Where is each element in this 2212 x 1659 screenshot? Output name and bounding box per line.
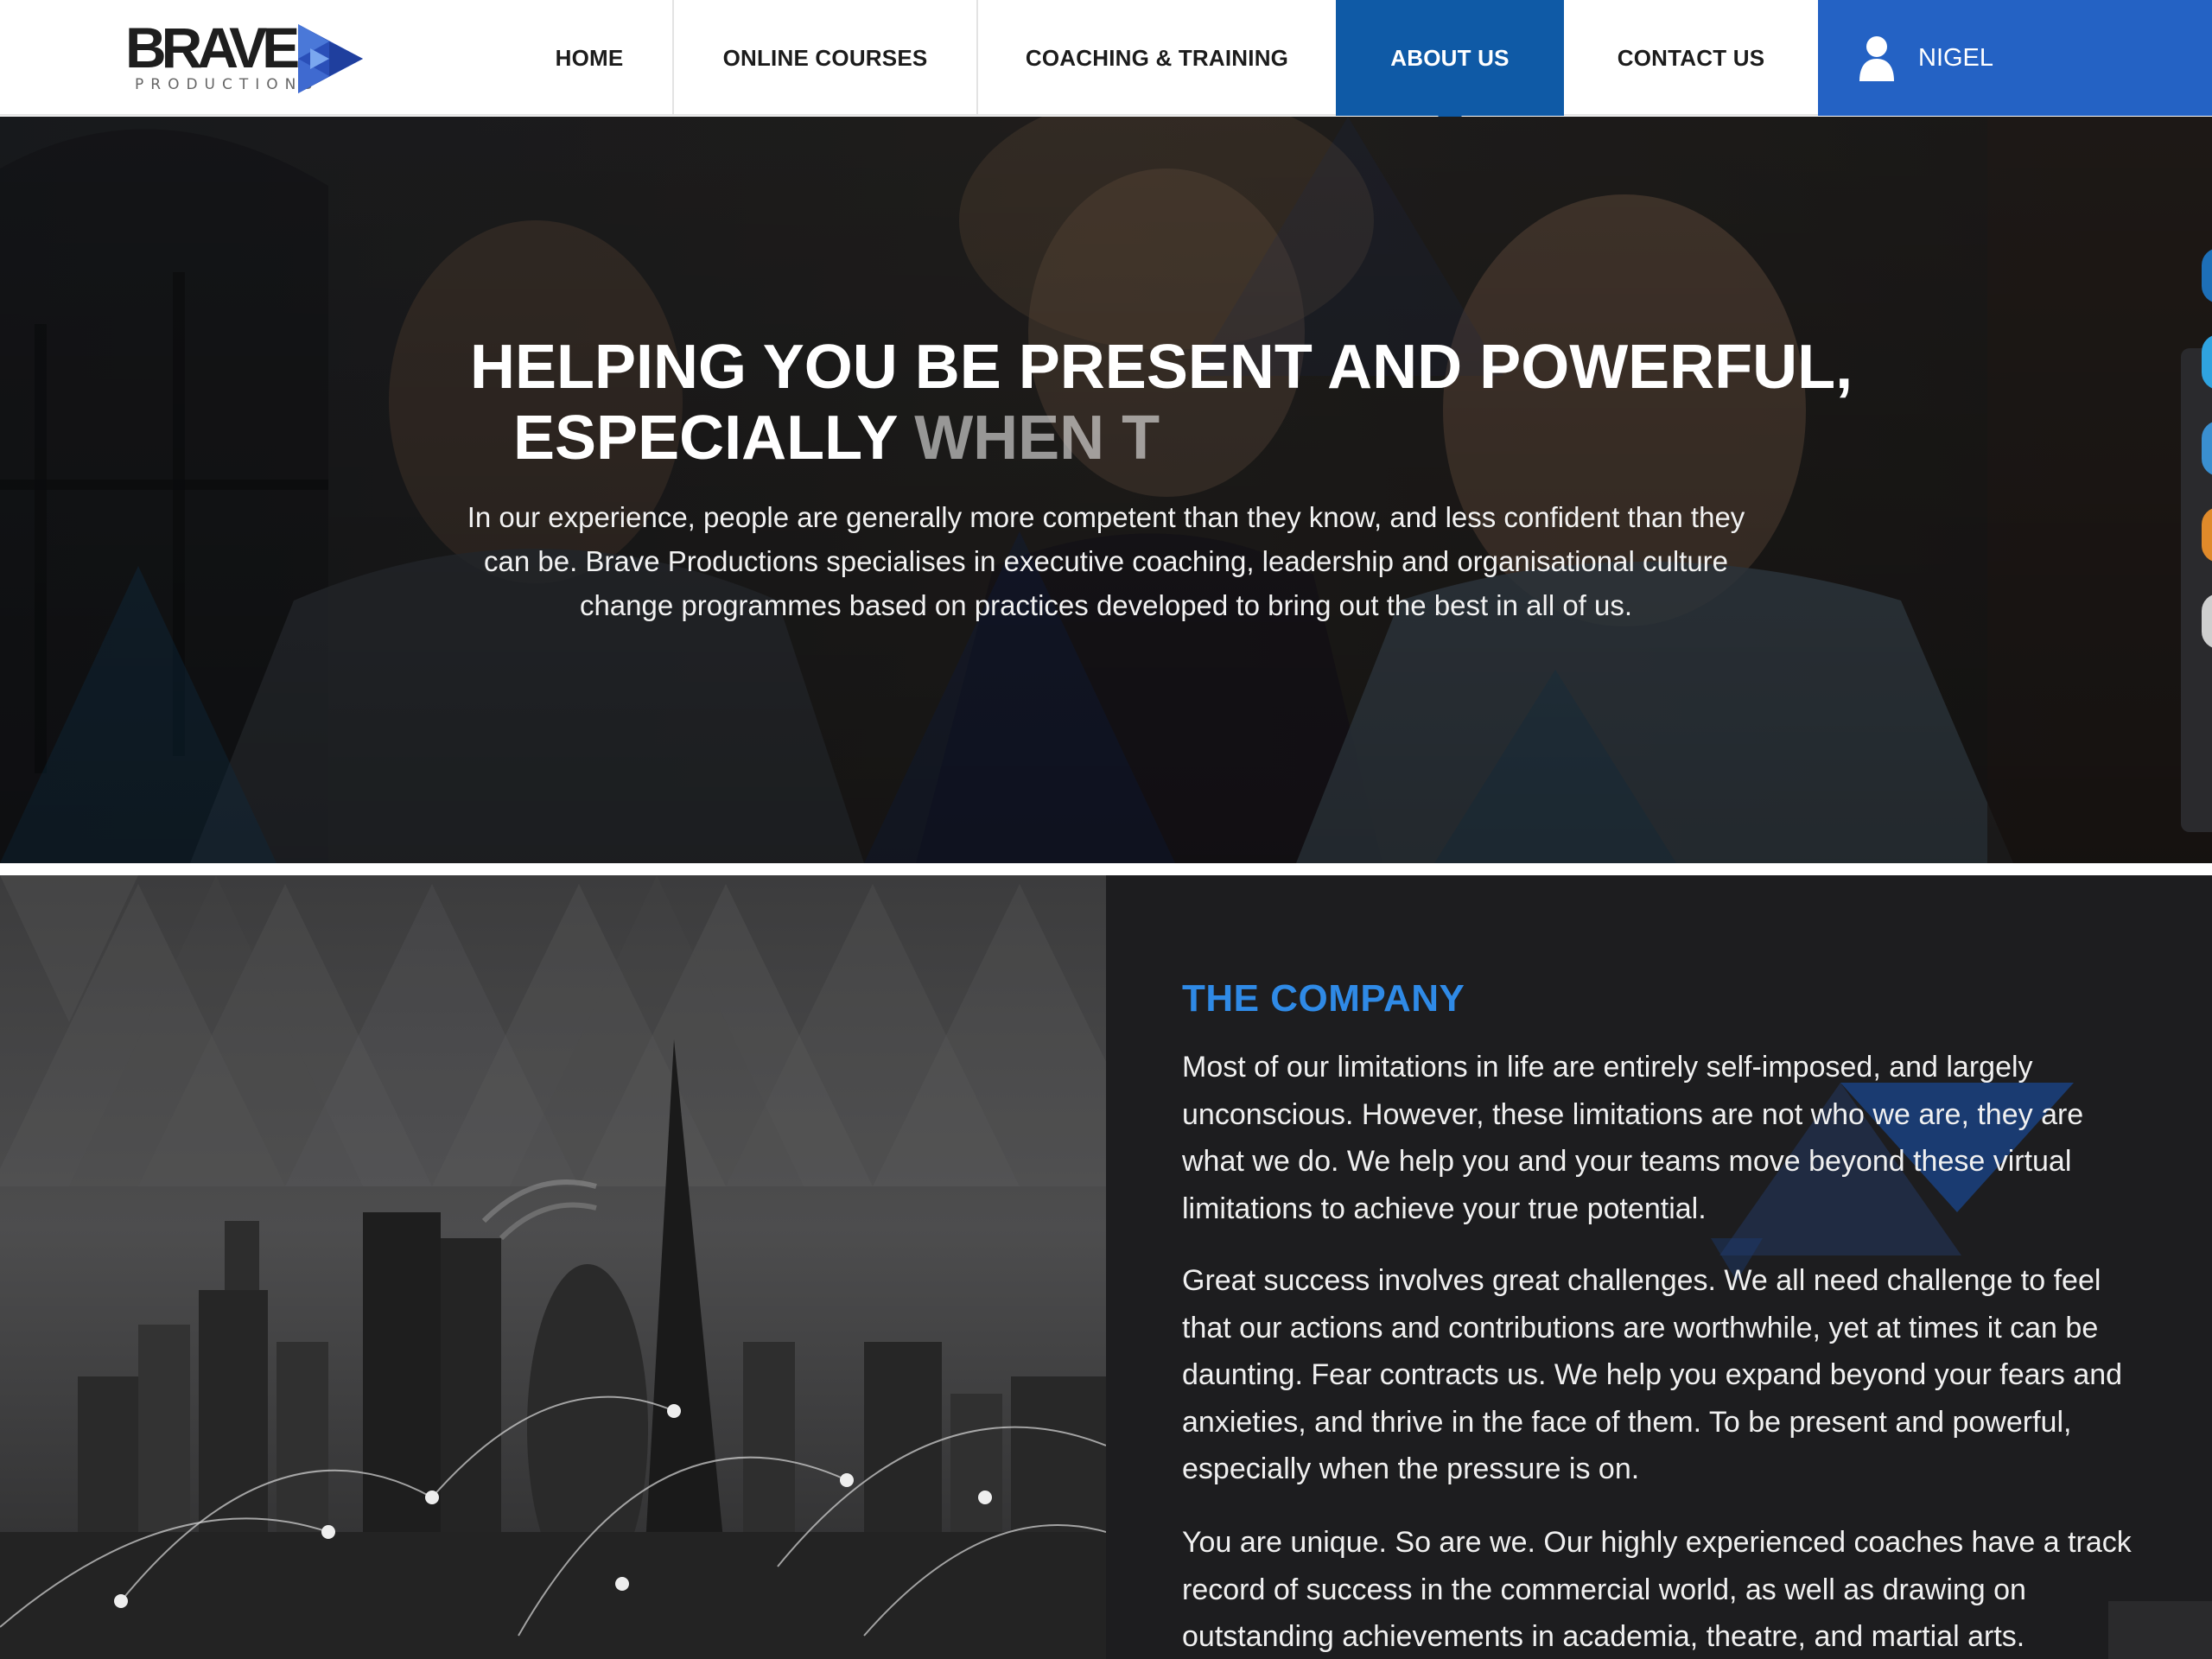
nav-contact-us[interactable]: CONTACT US: [1564, 0, 1818, 116]
hero-description: In our experience, people are generally …: [467, 501, 1745, 621]
hero-title-line1: HELPING YOU BE PRESENT AND POWERFUL,: [470, 333, 1853, 402]
hero-title-line2: ESPECIALLY WHEN T: [513, 404, 1160, 473]
nav-about-us-label: ABOUT US: [1390, 44, 1510, 71]
brand-name: BRAVE: [125, 16, 300, 79]
nav-online-courses[interactable]: ONLINE COURSES: [674, 0, 976, 116]
brand-tagline: PRODUCTIONS: [135, 76, 320, 93]
hero-title-visible: ESPECIALLY: [513, 404, 898, 473]
city-skyline-image: [0, 875, 1106, 1659]
company-paragraph-3: You are unique. So are we. Our highly ex…: [1182, 1526, 2132, 1653]
hero-title-fading: WHEN T: [914, 404, 1160, 473]
user-menu-button[interactable]: NIGEL: [1818, 0, 2212, 116]
social-share-rail: [2181, 348, 2212, 832]
play-arrow-logo-icon: [298, 24, 363, 93]
nav-about-us[interactable]: ABOUT US: [1336, 0, 1564, 128]
company-heading: THE COMPANY: [1182, 977, 1465, 1020]
section-divider: [0, 863, 2212, 875]
nav-home[interactable]: HOME: [506, 0, 672, 116]
user-name: NIGEL: [1918, 43, 1994, 72]
company-section: THE COMPANY Most of our limitations in l…: [1106, 875, 2212, 1659]
company-paragraph-1: Most of our limitations in life are enti…: [1182, 1051, 2084, 1225]
hero-section: HELPING YOU BE PRESENT AND POWERFUL, ESP…: [0, 117, 2212, 863]
city-skyline-graphic: [0, 875, 1106, 1659]
top-navigation: BRAVE PRODUCTIONS HOME ONLINE COURSES CO…: [0, 0, 2212, 128]
nav-coaching-training[interactable]: COACHING & TRAINING: [978, 0, 1336, 116]
brand-logo[interactable]: BRAVE PRODUCTIONS: [125, 19, 367, 99]
hero-background-photo: [0, 117, 2212, 863]
company-paragraph-2: Great success involves great challenges.…: [1182, 1264, 2123, 1485]
user-icon: [1859, 36, 1894, 81]
